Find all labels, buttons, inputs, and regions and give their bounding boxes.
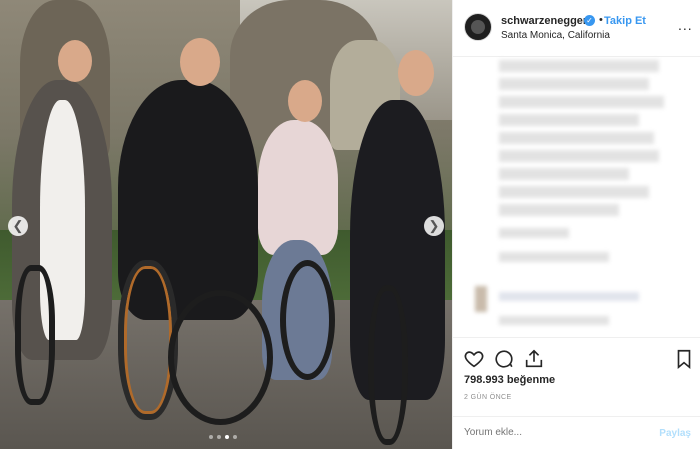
heart-icon[interactable] [463,348,485,370]
post-photo[interactable]: ❮ ❯ [0,0,452,449]
likes-count[interactable]: 798.993 beğenme [464,374,555,386]
post-timestamp[interactable]: 2 GÜN ÖNCE [464,394,512,401]
blurred-text [499,114,639,126]
comment-bar: Paylaş [453,416,700,451]
blurred-text [499,132,654,144]
photo-bike-wheel [368,285,408,445]
avatar[interactable] [464,13,492,41]
photo-bike-wheel [168,290,273,425]
blurred-text [499,204,619,216]
blurred-text [499,150,659,162]
photo-person-head [398,50,434,96]
separator: • [599,14,603,26]
photo-person-head [288,80,322,122]
bookmark-icon[interactable] [673,348,695,370]
blurred-text [499,78,649,90]
location-link[interactable]: Santa Monica, California [501,30,610,41]
post-actions: 798.993 beğenme 2 GÜN ÖNCE Paylaş [453,337,700,450]
blurred-text [499,316,609,325]
share-icon[interactable] [523,348,545,370]
likes-number: 798.993 [464,374,504,386]
blurred-text [499,252,609,262]
verified-badge-icon: ✓ [584,15,595,26]
carousel-dot [233,435,237,439]
follow-button[interactable]: Takip Et [604,15,646,27]
photo-bike-wheel [15,265,55,405]
post-comment-button[interactable]: Paylaş [659,428,691,439]
carousel-indicator [209,435,237,439]
blurred-text [499,186,649,198]
username-link[interactable]: schwarzenegger [501,15,587,27]
photo-bike-wheel [280,260,335,380]
photo-person-head [180,38,220,86]
avatar-image [471,20,485,34]
blurred-text [499,168,629,180]
chevron-left-icon[interactable]: ❮ [8,216,28,236]
photo-person [258,120,338,255]
post-header: schwarzenegger ✓ • Takip Et Santa Monica… [453,0,700,57]
chevron-right-icon[interactable]: ❯ [424,216,444,236]
blurred-text [499,60,659,72]
post-side-panel: schwarzenegger ✓ • Takip Et Santa Monica… [452,0,700,449]
carousel-dot [209,435,213,439]
carousel-dot-active [225,435,229,439]
blurred-text [499,96,664,108]
comment-input[interactable] [464,427,634,438]
carousel-dot [217,435,221,439]
blurred-text [499,292,639,301]
instagram-post: ❮ ❯ schwarzenegger ✓ • Takip Et Santa Mo… [0,0,700,449]
comment-icon[interactable] [493,348,515,370]
more-options-icon[interactable]: ... [678,17,693,33]
blurred-text [499,228,569,238]
likes-word: beğenme [506,374,556,386]
photo-person-head [58,40,92,82]
blurred-avatar [475,286,487,312]
